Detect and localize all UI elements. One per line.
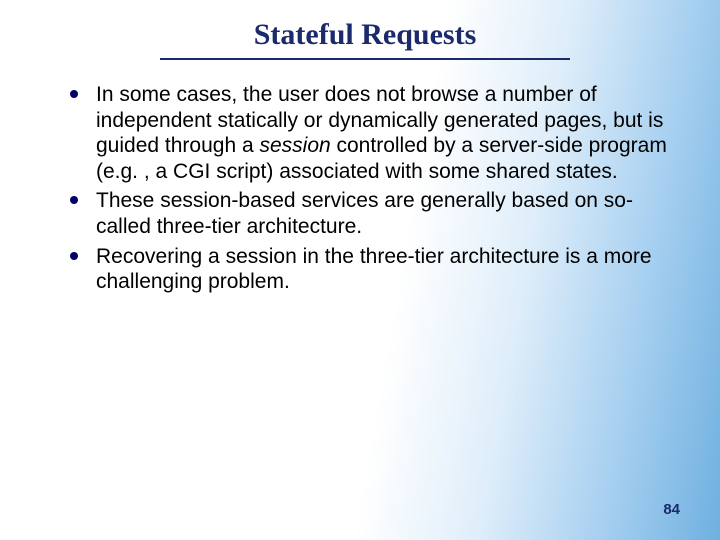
bullet-list: In some cases, the user does not browse …: [66, 82, 668, 295]
bullet-text-pre: Recovering a session in the three-tier a…: [96, 245, 652, 294]
bullet-text-pre: These session-based services are general…: [96, 189, 633, 238]
slide-content: In some cases, the user does not browse …: [60, 82, 670, 295]
slide: Stateful Requests In some cases, the use…: [0, 0, 720, 540]
page-number: 84: [663, 501, 680, 518]
bullet-item: In some cases, the user does not browse …: [66, 82, 668, 184]
bullet-item: These session-based services are general…: [66, 188, 668, 239]
bullet-text-emph: session: [259, 134, 330, 157]
slide-title: Stateful Requests: [60, 18, 670, 52]
bullet-item: Recovering a session in the three-tier a…: [66, 244, 668, 295]
title-underline: [160, 58, 570, 60]
